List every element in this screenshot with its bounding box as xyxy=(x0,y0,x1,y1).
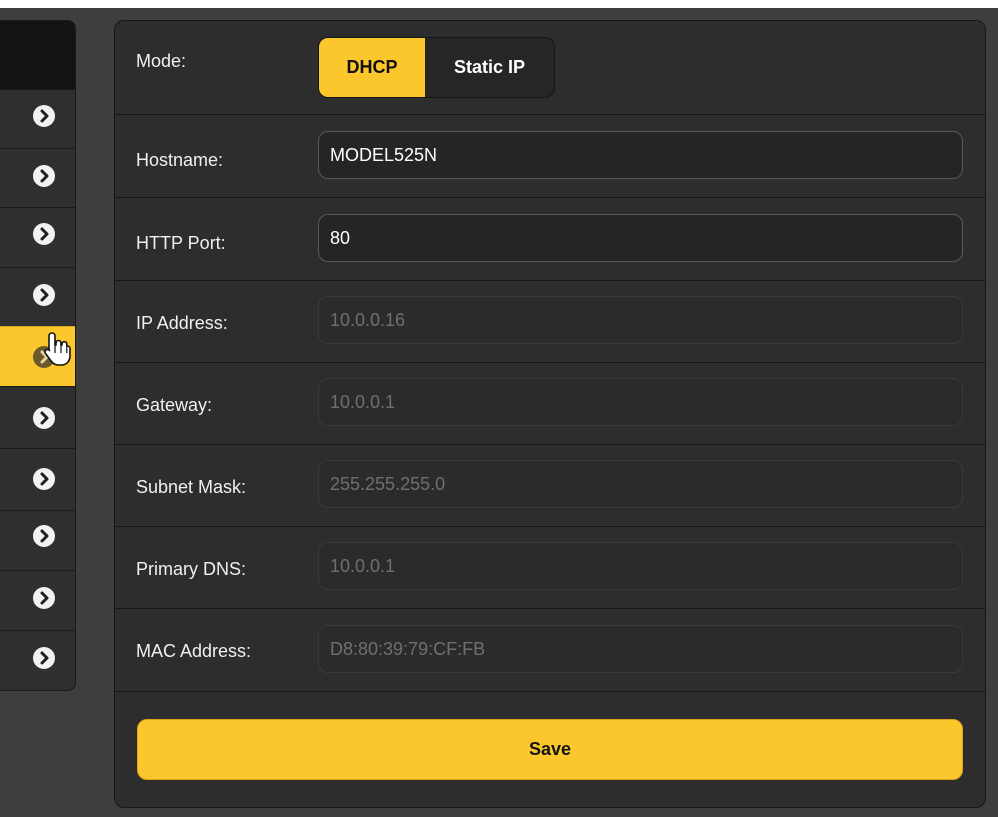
chevron-right-icon xyxy=(33,407,55,429)
chevron-right-icon xyxy=(33,346,55,368)
ip-address-field xyxy=(318,296,963,344)
sidebar-item-1[interactable] xyxy=(0,89,75,149)
mac-address-label: MAC Address: xyxy=(136,641,252,661)
hostname-label: Hostname: xyxy=(136,150,224,170)
ip-address-row: IP Address: xyxy=(115,281,985,363)
chevron-right-icon xyxy=(33,105,55,127)
chevron-right-icon xyxy=(33,223,55,245)
mac-address-row: MAC Address: xyxy=(115,609,985,692)
mode-dhcp-button[interactable]: DHCP xyxy=(319,38,425,97)
hostname-row: Hostname: xyxy=(115,115,985,198)
sidebar-item-8[interactable] xyxy=(0,510,75,570)
chevron-right-icon xyxy=(33,647,55,669)
sidebar-item-3[interactable] xyxy=(0,207,75,267)
gateway-field xyxy=(318,378,963,426)
gateway-label: Gateway: xyxy=(136,395,213,415)
sidebar-item-6[interactable] xyxy=(0,386,75,446)
mode-label: Mode: xyxy=(136,51,187,71)
primary-dns-row: Primary DNS: xyxy=(115,527,985,609)
ip-address-label: IP Address: xyxy=(136,313,228,333)
mac-address-field xyxy=(318,625,963,673)
chevron-right-icon xyxy=(33,525,55,547)
sidebar-header xyxy=(0,21,75,89)
save-button[interactable]: Save xyxy=(137,719,963,780)
primary-dns-field xyxy=(318,542,963,590)
mode-row: Mode: DHCP Static IP xyxy=(115,21,985,115)
chevron-right-icon xyxy=(33,165,55,187)
subnet-mask-field xyxy=(318,460,963,508)
mode-toggle: DHCP Static IP xyxy=(318,37,555,98)
mode-static-ip-button[interactable]: Static IP xyxy=(425,38,554,97)
sidebar-item-10[interactable] xyxy=(0,630,75,690)
http-port-label: HTTP Port: xyxy=(136,233,226,253)
chevron-right-icon xyxy=(33,587,55,609)
chevron-right-icon xyxy=(33,468,55,490)
sidebar-item-5-active[interactable] xyxy=(0,326,75,386)
sidebar-item-2[interactable] xyxy=(0,148,75,208)
subnet-mask-label: Subnet Mask: xyxy=(136,477,247,497)
subnet-mask-row: Subnet Mask: xyxy=(115,445,985,527)
chevron-right-icon xyxy=(33,284,55,306)
sidebar-item-4[interactable] xyxy=(0,267,75,327)
sidebar-item-7[interactable] xyxy=(0,448,75,508)
hostname-input[interactable] xyxy=(318,131,963,179)
http-port-row: HTTP Port: xyxy=(115,198,985,281)
sidebar xyxy=(0,20,76,691)
network-settings-panel: Mode: DHCP Static IP Hostname: HTTP Port… xyxy=(114,20,986,808)
primary-dns-label: Primary DNS: xyxy=(136,559,247,579)
sidebar-item-9[interactable] xyxy=(0,570,75,630)
http-port-input[interactable] xyxy=(318,214,963,262)
gateway-row: Gateway: xyxy=(115,363,985,445)
